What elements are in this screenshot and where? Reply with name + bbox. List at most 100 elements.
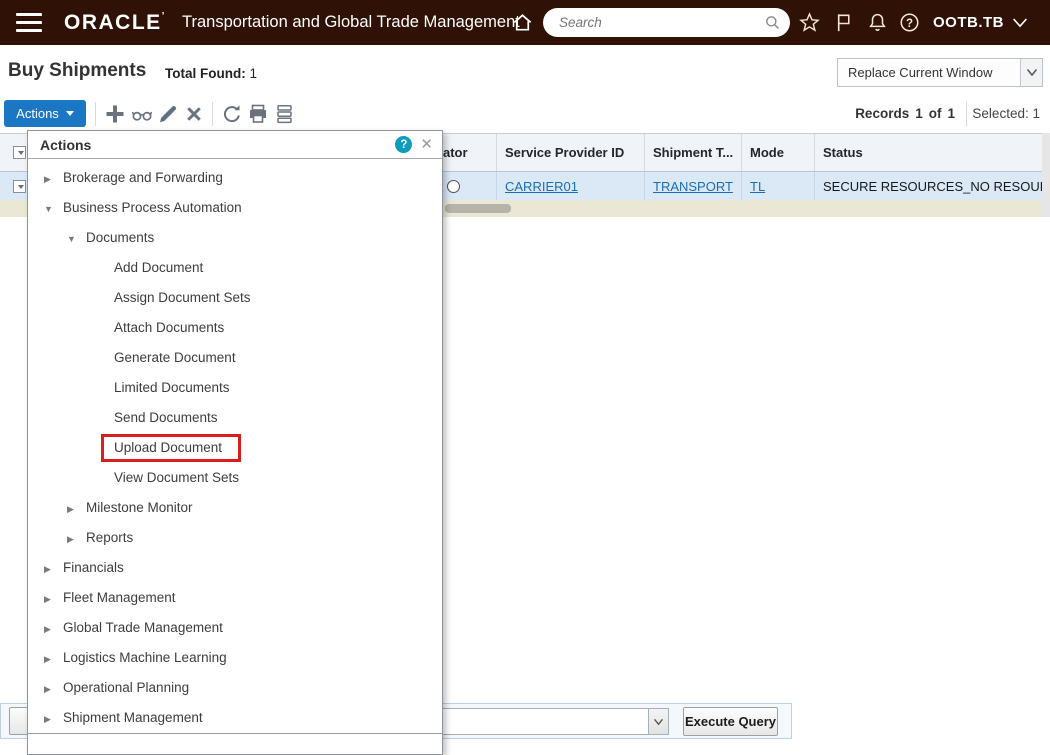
chevron-collapsed-icon[interactable]: ▶ — [44, 584, 51, 614]
row-service-provider-cell: CARRIER01 — [497, 172, 645, 200]
mode-link[interactable]: TL — [750, 179, 765, 194]
panel-close-icon[interactable]: ✕ — [420, 137, 433, 152]
chevron-collapsed-icon[interactable]: ▶ — [44, 164, 51, 194]
chevron-collapsed-icon[interactable]: ▶ — [44, 614, 51, 644]
menu-item-label: Documents — [86, 230, 155, 245]
menu-item-limited-documents[interactable]: Limited Documents — [28, 373, 442, 403]
column-header-shipment-type[interactable]: Shipment T... — [645, 134, 742, 171]
add-icon[interactable] — [103, 102, 127, 126]
column-header-status[interactable]: Status — [815, 134, 1042, 171]
window-mode-select[interactable]: Replace Current Window — [837, 58, 1043, 87]
row-radio-button[interactable] — [447, 179, 460, 193]
view-glasses-icon[interactable] — [130, 102, 154, 126]
records-of: of — [928, 106, 942, 121]
menu-item-attach-documents[interactable]: Attach Documents — [28, 313, 442, 343]
menu-item-brokerage-and-forwarding[interactable]: ▶ Brokerage and Forwarding — [28, 163, 442, 193]
chevron-collapsed-icon[interactable]: ▶ — [44, 704, 51, 734]
select-chevron-icon[interactable] — [648, 709, 668, 734]
total-found-label: Total Found: — [165, 66, 246, 81]
home-icon[interactable] — [511, 11, 534, 34]
menu-item-send-documents[interactable]: Send Documents — [28, 403, 442, 433]
menu-item-label: Fleet Management — [63, 590, 176, 605]
chevron-expanded-icon[interactable]: ▼ — [44, 194, 53, 224]
help-circle-icon[interactable]: ? — [898, 11, 921, 34]
column-header-service-provider-id[interactable]: Service Provider ID — [497, 134, 645, 171]
menu-item-assign-document-sets[interactable]: Assign Document Sets — [28, 283, 442, 313]
window-mode-value: Replace Current Window — [848, 65, 993, 80]
chevron-collapsed-icon[interactable]: ▶ — [67, 494, 74, 524]
chevron-collapsed-icon[interactable]: ▶ — [44, 674, 51, 704]
menu-item-label: Financials — [63, 560, 124, 575]
logo-trademark: ’ — [161, 11, 166, 22]
actions-button-label: Actions — [16, 106, 59, 121]
actions-tree: ▶ Brokerage and Forwarding ▼ Business Proce… — [28, 159, 442, 733]
favorites-star-icon[interactable] — [798, 11, 821, 34]
menu-item-view-document-sets[interactable]: View Document Sets — [28, 463, 442, 493]
select-all-checkbox[interactable] — [13, 146, 26, 159]
actions-menu-panel: Actions ? ✕ ▶ Brokerage and Forwarding ▼ Bu… — [27, 130, 443, 755]
total-found: Total Found: 1 — [165, 66, 257, 81]
chevron-collapsed-icon[interactable]: ▶ — [44, 644, 51, 674]
actions-button[interactable]: Actions — [4, 100, 86, 127]
svg-text:?: ? — [906, 18, 913, 30]
menu-item-label: Milestone Monitor — [86, 500, 193, 515]
menu-icon[interactable] — [16, 13, 42, 32]
toolbar-separator — [212, 102, 213, 126]
menu-item-label: Global Trade Management — [63, 620, 223, 635]
global-search[interactable] — [543, 8, 790, 37]
records-total: 1 — [947, 106, 955, 121]
user-menu[interactable]: OOTB.TB — [933, 14, 1004, 31]
menu-item-label: Limited Documents — [114, 380, 230, 395]
edit-pencil-icon[interactable] — [156, 102, 180, 126]
menu-item-shipment-management[interactable]: ▶ Shipment Management — [28, 703, 442, 733]
notifications-bell-icon[interactable] — [866, 11, 889, 34]
execute-query-button[interactable]: Execute Query — [683, 707, 778, 736]
page-title: Buy Shipments — [8, 60, 147, 81]
rows-list-icon[interactable] — [272, 102, 296, 126]
toolbar-separator — [966, 102, 967, 126]
print-icon[interactable] — [246, 102, 270, 126]
flag-icon[interactable] — [832, 11, 855, 34]
toolbar-separator — [95, 102, 96, 126]
horizontal-scrollbar-thumb[interactable] — [445, 204, 511, 213]
menu-item-upload-document[interactable]: Upload Document — [28, 433, 442, 463]
menu-item-label: View Document Sets — [114, 470, 240, 485]
menu-item-operational-planning[interactable]: ▶ Operational Planning — [28, 673, 442, 703]
search-icon[interactable] — [763, 13, 782, 32]
menu-item-financials[interactable]: ▶ Financials — [28, 553, 442, 583]
menu-item-generate-document[interactable]: Generate Document — [28, 343, 442, 373]
vertical-scrollbar-track[interactable] — [1042, 133, 1050, 217]
top-header-bar: ORACLE’ Transportation and Global Trade … — [0, 0, 1050, 45]
menu-item-reports[interactable]: ▶ Reports — [28, 523, 442, 553]
records-label: Records — [855, 106, 910, 121]
menu-item-logistics-machine-learning[interactable]: ▶ Logistics Machine Learning — [28, 643, 442, 673]
select-all-column-header[interactable] — [0, 134, 30, 171]
shipment-type-link[interactable]: TRANSPORT — [653, 179, 733, 194]
records-current: 1 — [915, 106, 923, 121]
menu-item-business-process-automation[interactable]: ▼ Business Process Automation — [28, 193, 442, 223]
menu-item-fleet-management[interactable]: ▶ Fleet Management — [28, 583, 442, 613]
menu-item-label: Operational Planning — [63, 680, 190, 695]
chevron-expanded-icon[interactable]: ▼ — [67, 224, 76, 254]
delete-x-icon[interactable] — [182, 102, 206, 126]
menu-item-milestone-monitor[interactable]: ▶ Milestone Monitor — [28, 493, 442, 523]
panel-help-icon[interactable]: ? — [395, 136, 413, 153]
menu-item-add-document[interactable]: Add Document — [28, 253, 442, 283]
row-checkbox[interactable] — [13, 179, 26, 193]
chevron-collapsed-icon[interactable]: ▶ — [44, 554, 51, 584]
search-input[interactable] — [559, 15, 763, 30]
caret-down-icon — [65, 111, 74, 116]
menu-item-documents[interactable]: ▼ Documents — [28, 223, 442, 253]
select-chevron-icon[interactable] — [1020, 59, 1042, 86]
service-provider-link[interactable]: CARRIER01 — [505, 179, 578, 194]
oracle-logo: ORACLE’ — [64, 11, 166, 34]
menu-item-label: Attach Documents — [114, 320, 225, 335]
refresh-icon[interactable] — [220, 102, 244, 126]
menu-item-label: Send Documents — [114, 410, 218, 425]
selected-value: 1 — [1032, 106, 1040, 121]
user-chevron-down-icon[interactable] — [1010, 15, 1030, 31]
menu-item-label: Business Process Automation — [63, 200, 242, 215]
menu-item-global-trade-management[interactable]: ▶ Global Trade Management — [28, 613, 442, 643]
column-header-mode[interactable]: Mode — [742, 134, 815, 171]
chevron-collapsed-icon[interactable]: ▶ — [67, 524, 74, 554]
